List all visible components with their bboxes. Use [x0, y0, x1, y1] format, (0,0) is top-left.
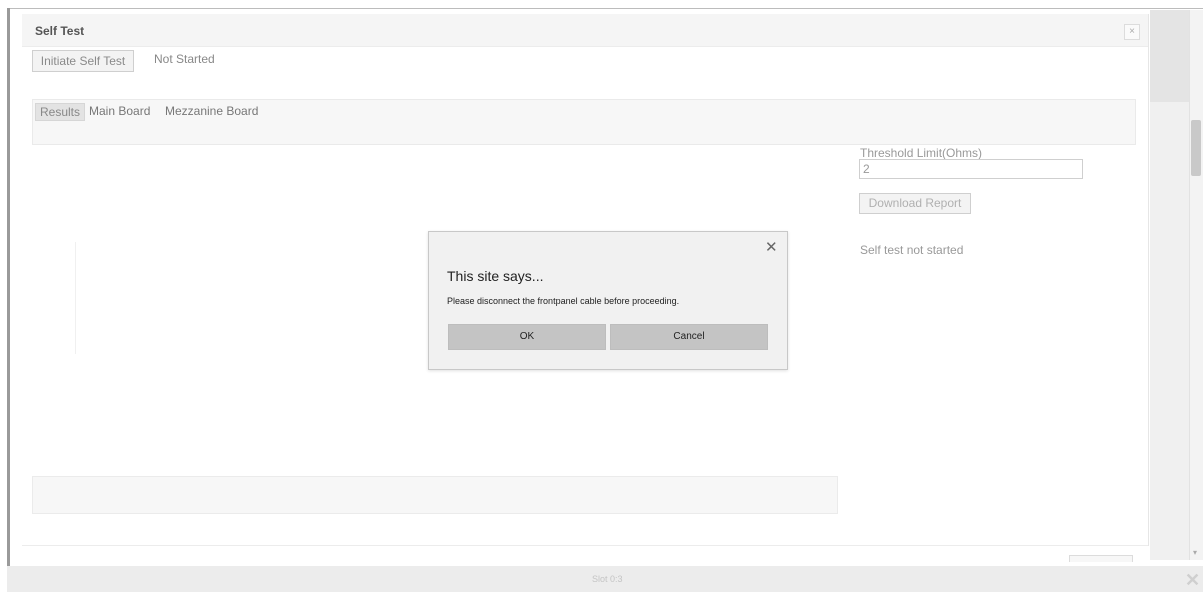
dialog-title: This site says...: [447, 268, 544, 284]
scroll-down-arrow-icon[interactable]: ▾: [1193, 548, 1197, 557]
download-report-button[interactable]: Download Report: [859, 193, 971, 214]
slot-label: Slot 0:3: [592, 574, 623, 584]
modal-footer-divider: [22, 545, 1148, 546]
threshold-limit-input[interactable]: [859, 159, 1083, 179]
modal-footer-button[interactable]: [1069, 555, 1133, 562]
dialog-close-icon[interactable]: ✕: [765, 238, 778, 256]
modal-header: Self Test ×: [22, 14, 1148, 47]
dialog-message: Please disconnect the frontpanel cable b…: [447, 296, 680, 306]
initiate-self-test-button[interactable]: Initiate Self Test: [32, 50, 134, 72]
dialog-ok-button[interactable]: OK: [448, 324, 606, 350]
tab-results[interactable]: Results: [35, 103, 86, 121]
background-panel: [1150, 10, 1190, 102]
threshold-limit-label: Threshold Limit(Ohms): [860, 146, 983, 160]
tab-mezzanine-board[interactable]: Mezzanine Board: [161, 103, 262, 119]
tab-main-board[interactable]: Main Board: [85, 103, 154, 119]
test-status-text: Not Started: [154, 52, 215, 66]
results-summary-panel: [32, 476, 838, 514]
page-scrollbar[interactable]: [1189, 10, 1203, 560]
window-left-border: [7, 8, 10, 592]
results-divider: [75, 242, 76, 354]
browser-confirm-dialog: ✕ This site says... Please disconnect th…: [428, 231, 788, 370]
window-top-border: [7, 8, 1203, 9]
modal-close-icon[interactable]: ×: [1124, 24, 1140, 40]
modal-title: Self Test: [35, 24, 85, 38]
status-bar-close-icon[interactable]: ✕: [1185, 570, 1200, 591]
board-tab-bar: Results Main Board Mezzanine Board: [32, 99, 1136, 145]
scrollbar-thumb[interactable]: [1191, 120, 1201, 176]
self-test-status-text: Self test not started: [860, 243, 964, 257]
dialog-cancel-button[interactable]: Cancel: [610, 324, 768, 350]
